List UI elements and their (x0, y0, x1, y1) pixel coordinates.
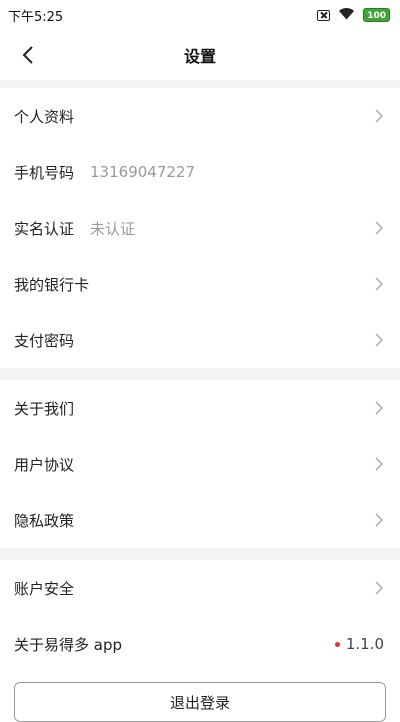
row-about-app[interactable]: 关于易得多 app 1.1.0 (0, 616, 400, 672)
settings-content: 个人资料 手机号码 13169047227 实名认证 未认证 我的银行卡 支付密… (0, 80, 400, 722)
back-button[interactable] (14, 41, 42, 69)
section-divider (0, 548, 400, 560)
verification-status: 未认证 (90, 219, 136, 238)
chevron-right-icon (375, 513, 384, 527)
row-label: 隐私政策 (14, 511, 75, 530)
row-label: 个人资料 (14, 107, 75, 126)
row-user-agreement[interactable]: 用户协议 (0, 436, 400, 492)
chevron-left-icon (22, 46, 33, 64)
row-profile[interactable]: 个人资料 (0, 88, 400, 144)
row-label: 用户协议 (14, 455, 75, 474)
wifi-icon (338, 7, 355, 24)
row-payment-password[interactable]: 支付密码 (0, 312, 400, 368)
row-label: 账户安全 (14, 579, 75, 598)
row-label: 手机号码 (14, 163, 75, 182)
version-info: 1.1.0 (334, 635, 384, 653)
chevron-right-icon (375, 109, 384, 123)
logout-button[interactable]: 退出登录 (14, 682, 386, 722)
row-privacy-policy[interactable]: 隐私政策 (0, 492, 400, 548)
page-title: 设置 (183, 47, 216, 66)
battery-icon: 100 (363, 8, 390, 22)
row-label: 实名认证 (14, 219, 75, 238)
row-phone-number: 手机号码 13169047227 (0, 144, 400, 200)
chevron-right-icon (375, 457, 384, 471)
row-label: 我的银行卡 (14, 275, 90, 294)
section-divider (0, 368, 400, 380)
update-dot-icon (334, 641, 340, 647)
settings-group-account: 个人资料 手机号码 13169047227 实名认证 未认证 我的银行卡 支付密… (0, 88, 400, 368)
status-time: 下午5:25 (8, 9, 64, 25)
section-divider (0, 80, 400, 88)
no-sim-icon (317, 9, 331, 21)
chevron-right-icon (375, 581, 384, 595)
settings-group-security: 账户安全 关于易得多 app 1.1.0 (0, 560, 400, 672)
row-label: 支付密码 (14, 331, 75, 350)
row-real-name-verification[interactable]: 实名认证 未认证 (0, 200, 400, 256)
chevron-right-icon (375, 333, 384, 347)
status-icons: 100 (317, 7, 390, 24)
row-label: 关于我们 (14, 399, 75, 418)
settings-group-info: 关于我们 用户协议 隐私政策 (0, 380, 400, 548)
nav-bar: 设置 (0, 30, 400, 80)
chevron-right-icon (375, 277, 384, 291)
phone-number-value: 13169047227 (90, 163, 195, 181)
row-account-security[interactable]: 账户安全 (0, 560, 400, 616)
status-bar: 下午5:25 100 (0, 0, 400, 30)
chevron-right-icon (375, 401, 384, 415)
app-version: 1.1.0 (345, 635, 384, 653)
chevron-right-icon (375, 221, 384, 235)
logout-area: 退出登录 (0, 672, 400, 722)
row-about-us[interactable]: 关于我们 (0, 380, 400, 436)
row-bank-card[interactable]: 我的银行卡 (0, 256, 400, 312)
row-label: 关于易得多 app (14, 635, 123, 654)
